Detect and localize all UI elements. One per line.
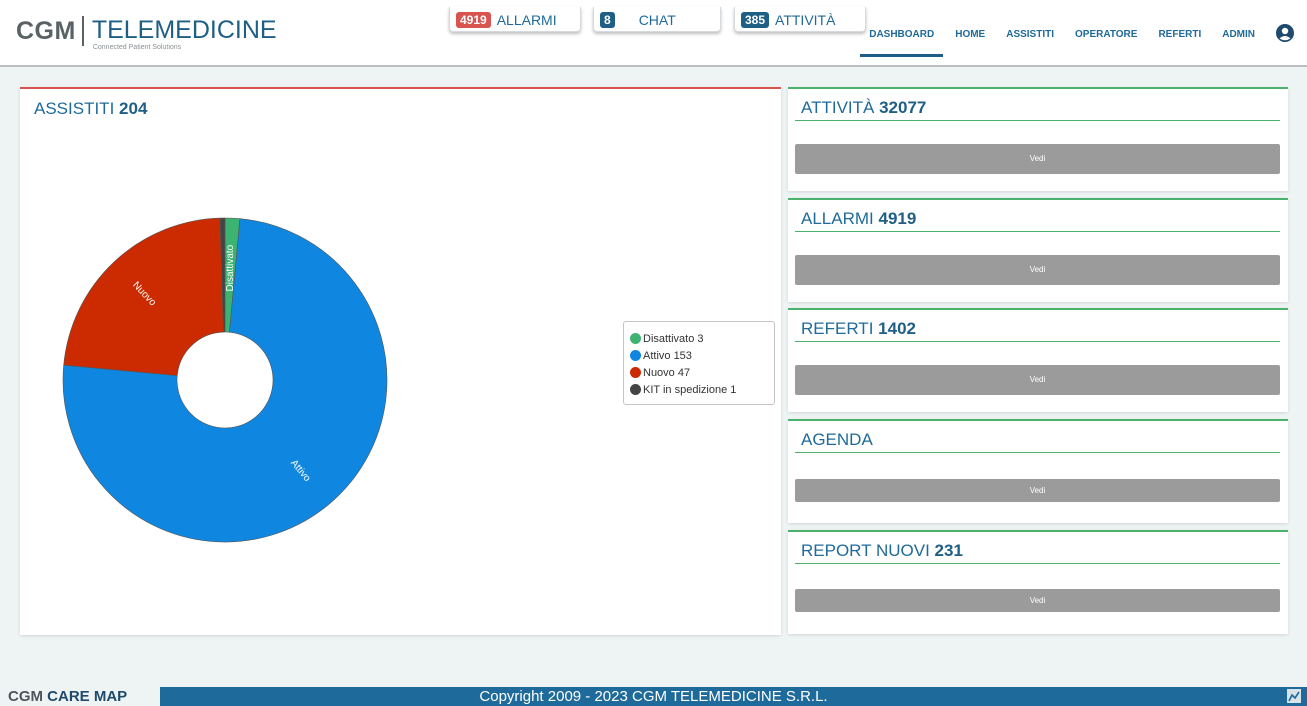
activities-counter-button[interactable]: 385 ATTIVITÀ [734, 7, 866, 32]
nav-assistiti[interactable]: ASSISTITI [1006, 25, 1054, 57]
logo-subtitle: Connected Patient Solutions [92, 44, 182, 51]
card-agenda-title: AGENDA [801, 430, 873, 450]
logo-separator [81, 16, 84, 46]
legend-item-kit[interactable]: KIT in spedizione 1 [630, 381, 768, 398]
legend-swatch-disattivato [630, 333, 641, 344]
nav-operatore[interactable]: OPERATORE [1075, 25, 1137, 57]
nav-home[interactable]: HOME [955, 25, 985, 57]
card-report-nuovi-title-text: REPORT NUOVI [801, 541, 930, 560]
card-divider [795, 563, 1280, 564]
legend-label-nuovo: Nuovo 47 [643, 366, 691, 379]
activities-label: ATTIVITÀ [775, 12, 836, 28]
nav-referti[interactable]: REFERTI [1158, 25, 1201, 57]
legend-swatch-nuovo [630, 367, 641, 378]
card-attivita-count: 32077 [879, 98, 927, 117]
card-referti-vedi-button[interactable]: Vedi [795, 365, 1280, 395]
main-nav: DASHBOARD HOME ASSISTITI OPERATORE REFER… [848, 23, 1294, 57]
legend-item-nuovo[interactable]: Nuovo 47 [630, 364, 768, 381]
footer: Copyright 2009 - 2023 CGM TELEMEDICINE S… [0, 687, 1307, 706]
card-attivita-vedi-button[interactable]: Vedi [795, 144, 1280, 174]
card-divider [795, 120, 1280, 121]
nav-admin[interactable]: ADMIN [1222, 25, 1255, 57]
card-divider [795, 341, 1280, 342]
card-attivita-title-text: ATTIVITÀ [801, 98, 875, 117]
footer-brand-cgm: CGM [8, 688, 43, 705]
legend-label-attivo: Attivo 153 [643, 349, 692, 362]
assistiti-panel: ASSISTITI 204 Disattivato Attivo Nuovo Dis… [20, 87, 781, 635]
legend-label-disattivato: Disattivato 3 [643, 332, 704, 345]
assistiti-title: ASSISTITI 204 [34, 99, 147, 119]
card-allarmi-vedi-button[interactable]: Vedi [795, 255, 1280, 285]
app-logo[interactable]: CGM TELEMEDICINE Connected Patient Solut… [16, 16, 277, 52]
card-referti: REFERTI 1402 Vedi [788, 308, 1288, 412]
card-allarmi-title: ALLARMI 4919 [801, 209, 916, 229]
legend-label-kit: KIT in spedizione 1 [643, 383, 737, 396]
alarms-label: ALLARMI [496, 12, 557, 28]
legend-item-disattivato[interactable]: Disattivato 3 [630, 330, 768, 347]
legend-swatch-attivo [630, 350, 641, 361]
chat-count-badge: 8 [600, 12, 615, 28]
footer-copyright: Copyright 2009 - 2023 CGM TELEMEDICINE S… [479, 688, 828, 705]
legend-swatch-kit [630, 384, 641, 395]
legend-item-attivo[interactable]: Attivo 153 [630, 347, 768, 364]
card-agenda: AGENDA Vedi [788, 419, 1288, 523]
card-report-nuovi-vedi-button[interactable]: Vedi [795, 589, 1280, 612]
card-allarmi-count: 4919 [878, 209, 917, 228]
logo-cgm-text: CGM [16, 17, 76, 45]
footer-brand: CGM CARE MAP [0, 687, 160, 706]
assistiti-count: 204 [119, 99, 148, 118]
card-referti-count: 1402 [878, 319, 916, 338]
card-referti-title: REFERTI 1402 [801, 319, 916, 339]
card-agenda-title-text: AGENDA [801, 430, 873, 449]
card-attivita-title: ATTIVITÀ 32077 [801, 98, 926, 118]
footer-brand-caremap: CARE MAP [47, 688, 128, 705]
assistiti-title-text: ASSISTITI [34, 99, 115, 118]
card-report-nuovi-title: REPORT NUOVI 231 [801, 541, 963, 561]
footer-chart-icon[interactable] [1287, 689, 1301, 703]
top-header: CGM TELEMEDICINE Connected Patient Solut… [0, 0, 1307, 67]
card-divider [795, 231, 1280, 232]
user-circle-icon[interactable] [1276, 23, 1294, 47]
card-allarmi: ALLARMI 4919 Vedi [788, 198, 1288, 302]
card-attivita: ATTIVITÀ 32077 Vedi [788, 87, 1288, 191]
nav-dashboard[interactable]: DASHBOARD [860, 25, 944, 57]
alarms-counter-button[interactable]: 4919 ALLARMI [449, 7, 581, 32]
alarms-count-badge: 4919 [456, 12, 491, 28]
card-report-nuovi-count: 231 [934, 541, 963, 560]
chat-counter-button[interactable]: 8 CHAT [593, 7, 721, 32]
card-agenda-vedi-button[interactable]: Vedi [795, 479, 1280, 502]
logo-right: TELEMEDICINE Connected Patient Solutions [92, 16, 277, 52]
card-divider [795, 452, 1280, 453]
chat-label: CHAT [638, 12, 676, 28]
logo-telemedicine-text: TELEMEDICINE [91, 16, 277, 44]
card-allarmi-title-text: ALLARMI [801, 209, 874, 228]
card-report-nuovi: REPORT NUOVI 231 Vedi [788, 530, 1288, 634]
chart-legend: Disattivato 3 Attivo 153 Nuovo 47 KIT in… [623, 321, 775, 405]
assistiti-donut-chart[interactable]: DisattivatoAttivoNuovo [60, 215, 390, 545]
activities-count-badge: 385 [741, 12, 770, 28]
card-referti-title-text: REFERTI [801, 319, 874, 338]
